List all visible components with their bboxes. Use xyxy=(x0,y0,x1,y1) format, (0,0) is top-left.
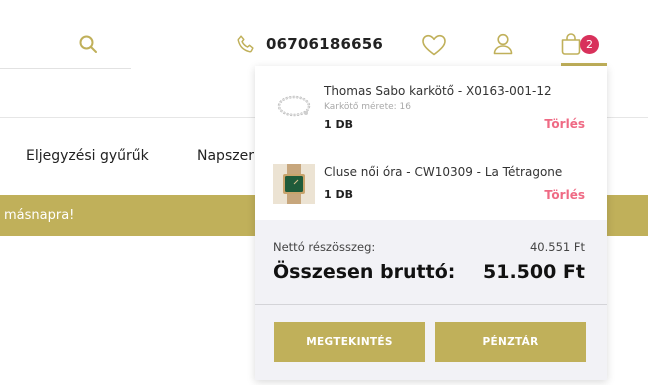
gross-total-value: 51.500 Ft xyxy=(483,261,585,283)
phone-icon xyxy=(237,35,254,53)
search-icon[interactable] xyxy=(78,34,98,54)
search-input[interactable] xyxy=(0,68,131,69)
cart-item-qty: 1 DB xyxy=(324,188,353,201)
cart-item: Cluse női óra - CW10309 - La Tétragone 1… xyxy=(255,156,607,216)
watch-thumbnail[interactable] xyxy=(273,164,315,204)
phone-number[interactable]: 06706186656 xyxy=(266,35,383,53)
mini-cart-dropdown: Thomas Sabo karkötő - X0163-001-12 Karkö… xyxy=(255,66,607,380)
user-icon[interactable] xyxy=(492,32,514,56)
cart-totals: Nettó részösszeg: 40.551 Ft Összesen bru… xyxy=(255,220,607,304)
gross-total-label: Összesen bruttó: xyxy=(273,261,456,283)
cart-item-name[interactable]: Cluse női óra - CW10309 - La Tétragone xyxy=(324,165,562,179)
net-subtotal-value: 40.551 Ft xyxy=(529,240,585,254)
cart-item-name[interactable]: Thomas Sabo karkötő - X0163-001-12 xyxy=(324,84,552,98)
cart-item-qty: 1 DB xyxy=(324,118,353,131)
promo-text: másnapra! xyxy=(4,208,75,223)
view-cart-button[interactable]: MEGTEKINTÉS xyxy=(274,322,425,362)
cart-actions: MEGTEKINTÉS PÉNZTÁR xyxy=(255,305,607,380)
delete-item-button[interactable]: Törlés xyxy=(544,117,585,131)
checkout-button[interactable]: PÉNZTÁR xyxy=(435,322,586,362)
nav-item-engagement-rings[interactable]: Eljegyzési gyűrűk xyxy=(26,148,149,164)
delete-item-button[interactable]: Törlés xyxy=(544,188,585,202)
cart-count-badge: 2 xyxy=(580,35,599,54)
nav-item-napszer[interactable]: Napszer xyxy=(197,148,254,164)
heart-icon[interactable] xyxy=(421,33,447,57)
cart-item: Thomas Sabo karkötő - X0163-001-12 Karkö… xyxy=(255,74,607,144)
cart-item-variant: Karkötő mérete: 16 xyxy=(324,102,412,112)
net-subtotal-label: Nettó részösszeg: xyxy=(273,240,376,254)
cart-button[interactable]: 2 xyxy=(559,30,599,60)
bracelet-thumbnail[interactable] xyxy=(273,86,315,126)
